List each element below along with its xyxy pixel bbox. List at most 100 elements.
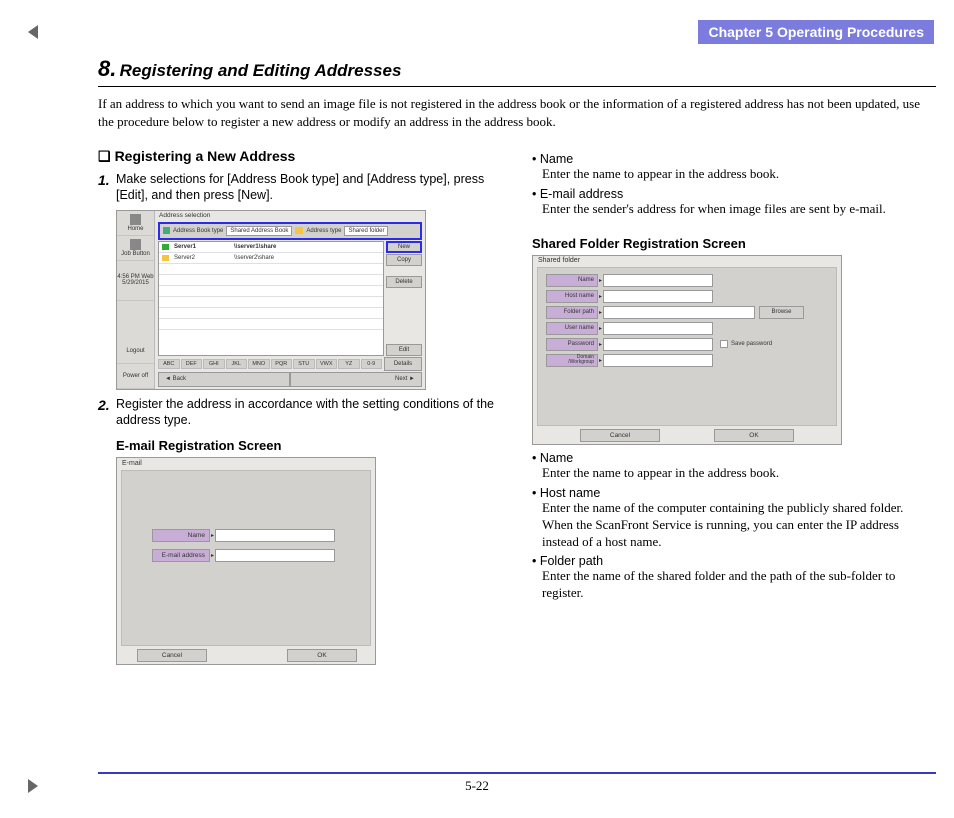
folder-input[interactable] <box>603 306 755 319</box>
domain-input[interactable] <box>603 354 713 367</box>
home-button[interactable]: Home <box>117 211 154 236</box>
list-item[interactable]: Server2 \\server2\share <box>159 253 383 264</box>
shot3-title: Shared folder <box>533 256 841 267</box>
logout-button[interactable]: Logout <box>117 339 154 364</box>
intro-text: If an address to which you want to send … <box>98 95 936 130</box>
home-icon <box>130 214 141 225</box>
letter-button[interactable]: VWX <box>316 359 338 369</box>
shot3-buttons: Cancel OK <box>533 426 841 444</box>
atype-select[interactable]: Shared folder <box>344 226 388 236</box>
bullet-body: Enter the name to appear in the address … <box>542 465 936 482</box>
folder-label: Folder path <box>546 306 598 319</box>
user-input[interactable] <box>603 322 713 335</box>
folder-row: Folder path▸Browse <box>546 306 828 319</box>
domain-row: Domain /Workgroup▸ <box>546 354 828 367</box>
section-number: 8. <box>98 56 116 81</box>
shared-folder-caption: Shared Folder Registration Screen <box>532 236 936 251</box>
letter-button[interactable]: STU <box>293 359 315 369</box>
pass-row: Password▸Save password <box>546 338 828 351</box>
pass-label: Password <box>546 338 598 351</box>
savepw-label: Save password <box>731 341 772 347</box>
letter-button[interactable]: PQR <box>271 359 293 369</box>
bullet-term: • Folder path <box>532 554 936 568</box>
cancel-button[interactable]: Cancel <box>137 649 207 662</box>
savepw-checkbox[interactable] <box>720 340 728 348</box>
new-button[interactable]: New <box>386 241 422 253</box>
bullet-body: Enter the sender's address for when imag… <box>542 201 936 218</box>
prev-page-arrow-icon[interactable] <box>28 25 38 39</box>
letter-button[interactable]: 0-9 <box>361 359 383 369</box>
address-list: Server1 \\server1\share Server2 \\server2\… <box>158 241 384 356</box>
abtype-select[interactable]: Shared Address Book <box>226 226 292 236</box>
job-icon <box>130 239 141 250</box>
copy-button[interactable]: Copy <box>386 254 422 266</box>
user-row: User name▸ <box>546 322 828 335</box>
bullet-term: • E-mail address <box>532 187 936 201</box>
time-label: 4:56 PM Web 5/29/2015 <box>117 274 153 286</box>
bullet-term: • Name <box>532 152 936 166</box>
ok-button[interactable]: OK <box>714 429 794 442</box>
letter-button[interactable]: GHI <box>203 359 225 369</box>
name-field-row: Name ▸ <box>152 529 335 542</box>
shot1-sidebar: Home Job Button 4:56 PM Web 5/29/2015 Lo… <box>117 211 155 389</box>
browse-button[interactable]: Browse <box>759 306 804 319</box>
logout-label: Logout <box>126 348 144 354</box>
shot1-main: Address selection Address Book type Shar… <box>155 211 425 389</box>
name-input[interactable] <box>603 274 713 287</box>
host-row: Host name▸ <box>546 290 828 303</box>
shot2-title: E-mail <box>117 458 375 470</box>
poweroff-button[interactable]: Power off <box>117 364 154 389</box>
folder-icon <box>295 227 303 234</box>
details-button[interactable]: Details <box>384 357 422 371</box>
row-name: Server1 <box>174 244 229 250</box>
row-path: \\server2\share <box>234 255 274 261</box>
bullet-body: Enter the name to appear in the address … <box>542 166 936 183</box>
email-screen-caption: E-mail Registration Screen <box>116 438 502 453</box>
shot2-buttons: Cancel OK <box>117 646 375 664</box>
heading-text: Registering a New Address <box>115 148 296 164</box>
left-column: ❏Registering a New Address 1. Make selec… <box>98 148 502 671</box>
server-icon <box>162 244 169 250</box>
host-input[interactable] <box>603 290 713 303</box>
letter-button[interactable]: MNO <box>248 359 270 369</box>
bullet-body: Enter the name of the shared folder and … <box>542 568 936 602</box>
list-action-buttons: New Copy Delete Edit <box>384 241 422 356</box>
pass-input[interactable] <box>603 338 713 351</box>
domain-label: Domain /Workgroup <box>546 354 598 367</box>
next-button[interactable]: Next ► <box>290 372 422 387</box>
bullet-term: • Host name <box>532 486 936 500</box>
user-label: User name <box>546 322 598 335</box>
letter-button[interactable]: JKL <box>226 359 248 369</box>
job-label: Job Button <box>121 251 150 257</box>
back-button[interactable]: ◄ Back <box>158 372 290 387</box>
email-input[interactable] <box>215 549 335 562</box>
right-column: • Name Enter the name to appear in the a… <box>532 148 936 671</box>
step-2-text: Register the address in accordance with … <box>116 396 502 429</box>
email-registration-screenshot: E-mail Name ▸ E-mail address ▸ Cancel <box>116 457 376 665</box>
letter-button[interactable]: YZ <box>338 359 360 369</box>
abtype-label: Address Book type <box>173 228 223 234</box>
section-title: Registering and Editing Addresses <box>120 61 402 80</box>
bullet-body: Enter the name of the computer containin… <box>542 500 936 551</box>
cancel-button[interactable]: Cancel <box>580 429 660 442</box>
step-1-number: 1. <box>98 171 116 204</box>
edit-button[interactable]: Edit <box>386 344 422 356</box>
shot2-body: Name ▸ E-mail address ▸ <box>121 470 371 646</box>
step-2-number: 2. <box>98 396 116 429</box>
delete-button[interactable]: Delete <box>386 276 422 288</box>
job-button[interactable]: Job Button <box>117 236 154 261</box>
subsection-heading: ❏Registering a New Address <box>98 148 502 165</box>
shot1-title: Address selection <box>155 211 425 221</box>
section-header: 8. Registering and Editing Addresses <box>98 56 936 87</box>
row-name: Server2 <box>174 255 229 261</box>
email-label: E-mail address <box>152 549 210 562</box>
page-content: 8. Registering and Editing Addresses If … <box>98 56 936 671</box>
letter-button[interactable]: DEF <box>181 359 203 369</box>
list-item[interactable]: Server1 \\server1\share <box>159 242 383 253</box>
folder-icon <box>162 255 169 261</box>
shot1-nav: ◄ Back Next ► <box>158 372 422 387</box>
letter-button[interactable]: ABC <box>158 359 180 369</box>
name-input[interactable] <box>215 529 335 542</box>
ok-button[interactable]: OK <box>287 649 357 662</box>
row-path: \\server1\share <box>234 244 276 250</box>
